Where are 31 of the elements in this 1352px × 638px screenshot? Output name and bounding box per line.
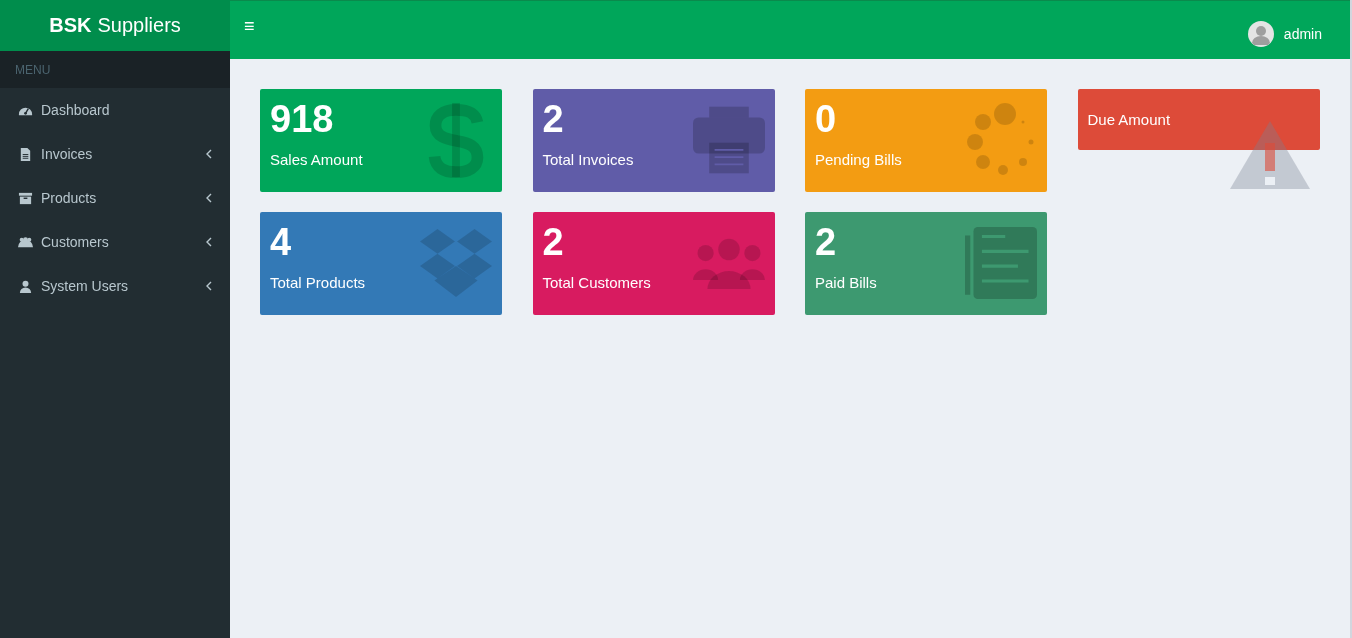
sidebar-item[interactable]: System Users (0, 264, 230, 308)
brand-logo[interactable]: BSK Suppliers (0, 0, 230, 51)
stat-label: Total Products (270, 274, 367, 291)
sidebar-item[interactable]: Dashboard (0, 88, 230, 132)
stat-label: Sales Amount (270, 151, 364, 168)
menu-header: MENU (0, 51, 230, 88)
user-icon (18, 278, 33, 294)
stat-label: Total Invoices (542, 151, 635, 168)
chevron-left-icon (206, 281, 212, 291)
sidebar-item[interactable]: Customers (0, 220, 230, 264)
file-icon (18, 146, 33, 162)
stat-label: Paid Bills (815, 274, 878, 291)
warning-icon (1229, 121, 1310, 191)
newspaper-icon (965, 224, 1037, 302)
stat-label: Pending Bills (815, 151, 903, 168)
stat-value: 918 (270, 99, 335, 139)
chevron-left-icon (206, 149, 212, 159)
stat-value: 2 (542, 99, 565, 139)
stat-label: Due Amount (1087, 111, 1172, 128)
archive-icon (18, 190, 33, 206)
stat-value: 0 (815, 99, 838, 139)
chevron-left-icon (206, 237, 212, 247)
sidebar-item[interactable]: Invoices (0, 132, 230, 176)
stat-value: 2 (542, 222, 565, 262)
avatar-icon (1247, 21, 1274, 47)
stat-value: 4 (270, 222, 293, 262)
sidebar-item[interactable]: Products (0, 176, 230, 220)
stat-value: 2 (815, 222, 838, 262)
stat-label: Total Customers (542, 274, 652, 291)
users-icon (18, 234, 33, 250)
chevron-left-icon (206, 193, 212, 203)
